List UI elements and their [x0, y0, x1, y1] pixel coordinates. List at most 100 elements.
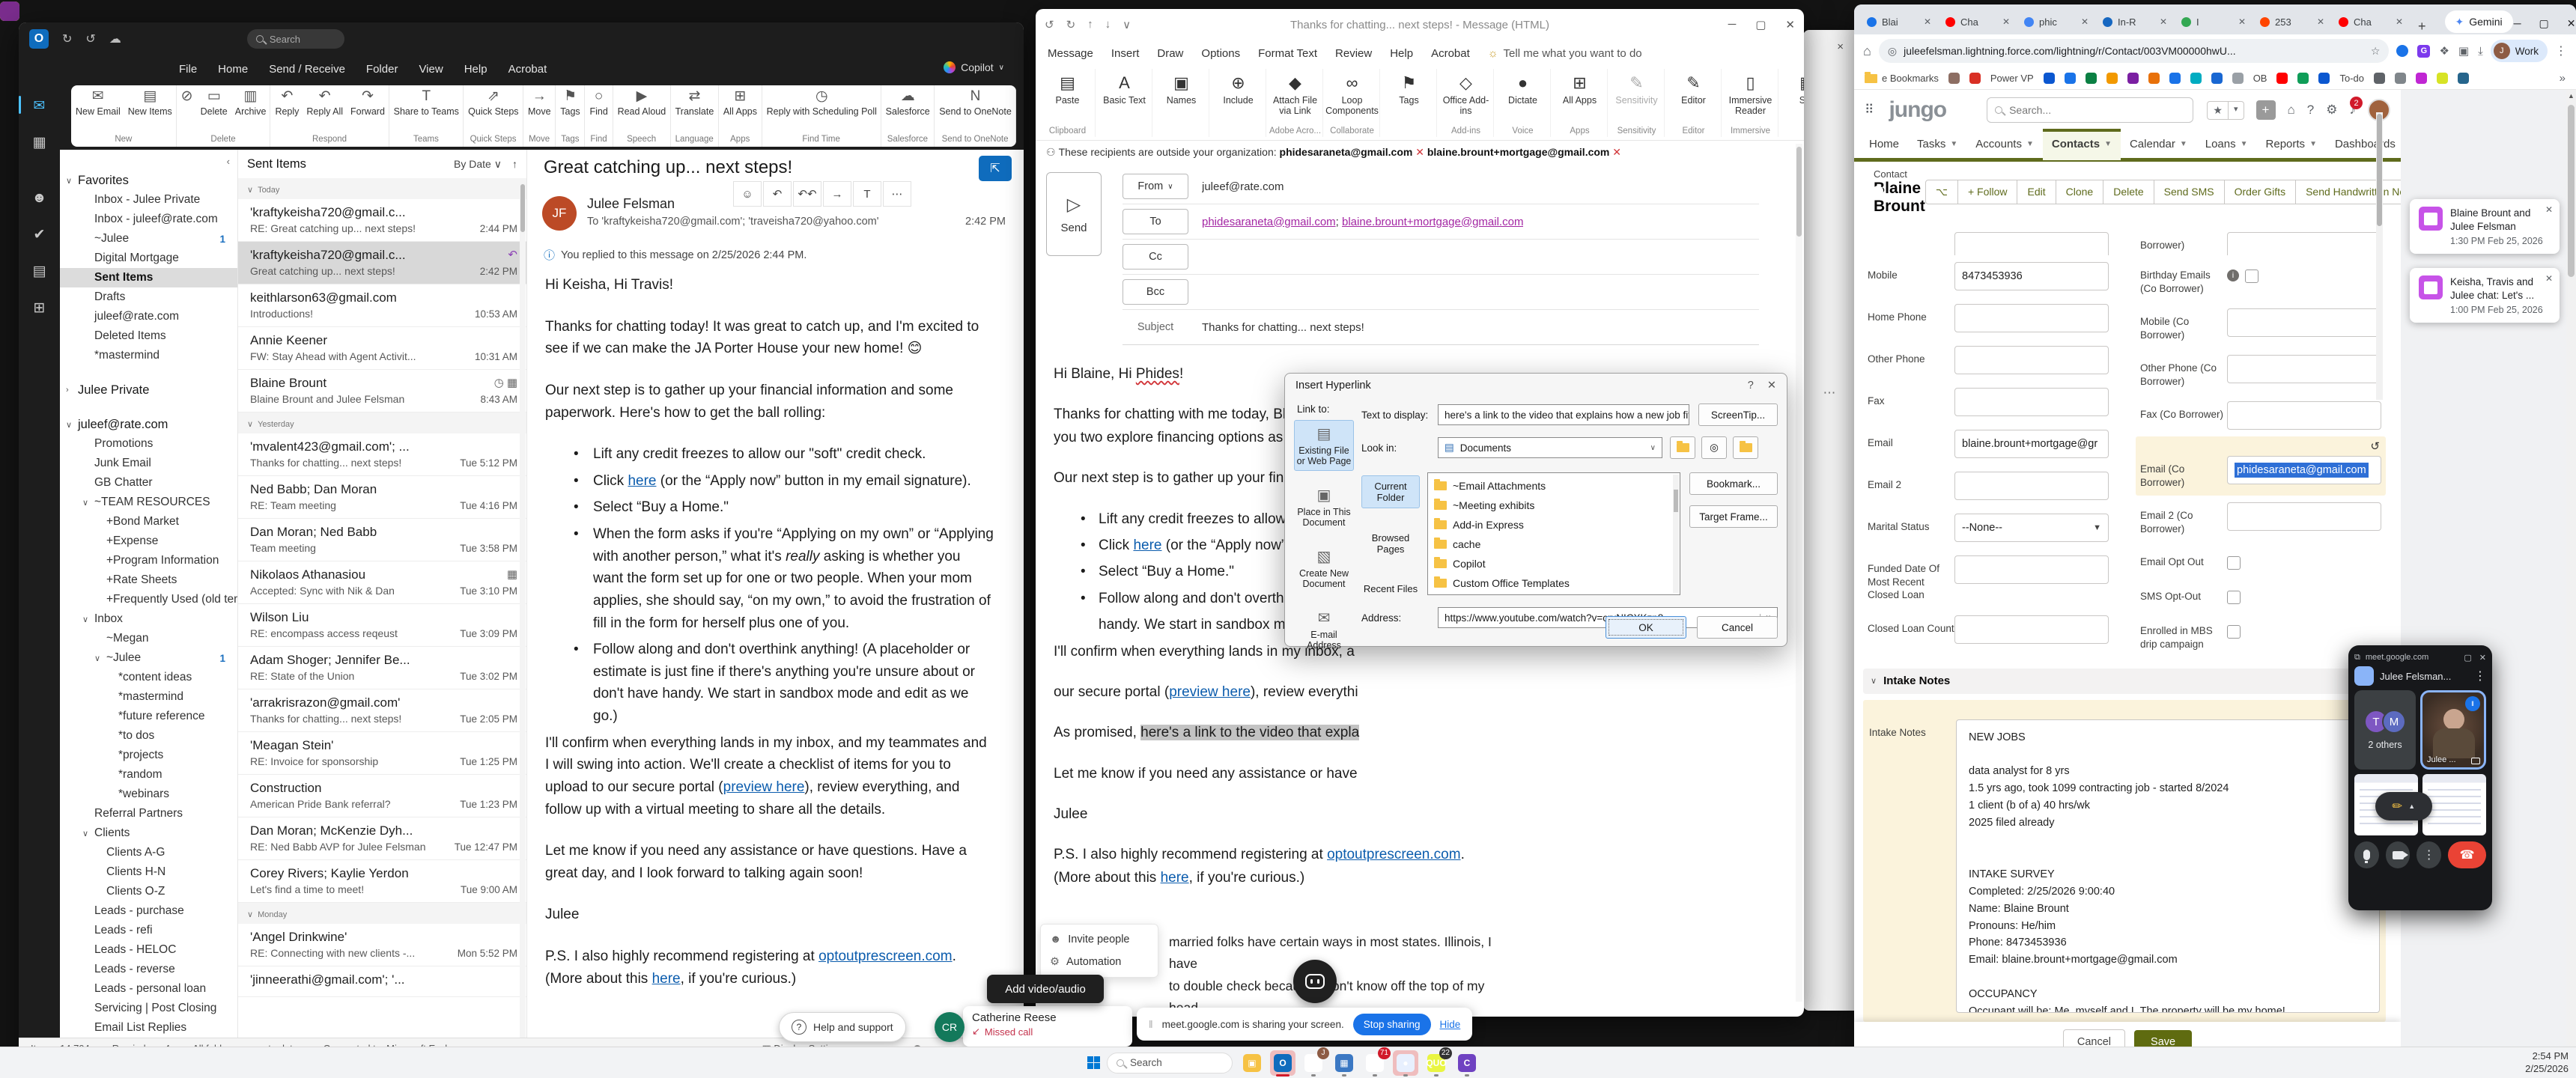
search-tabs-icon[interactable]: ▣ [2458, 44, 2469, 58]
outlook-menu-tab[interactable]: Folder [366, 63, 398, 76]
compose-ribbon-button[interactable]: ▯ Immersive Reader Immersive [1723, 69, 1778, 137]
groups-nav-icon[interactable]: ▤ [19, 263, 60, 280]
screentip-button[interactable]: ScreenTip... [1698, 404, 1778, 426]
folder-chevron-icon[interactable]: ∨ [82, 498, 94, 508]
copilot-floating-button[interactable] [1293, 960, 1337, 1003]
close-icon[interactable]: ✕ [2567, 17, 2576, 30]
minimize-icon[interactable]: ─ [2514, 17, 2521, 30]
quick-access-icon[interactable]: ↑ [1087, 18, 1093, 31]
folder-item[interactable]: Leads - refi [60, 921, 237, 940]
minimize-icon[interactable]: ─ [1728, 18, 1737, 31]
bookmark-item[interactable]: e Bookmarks [1865, 73, 1939, 84]
folder-chevron-icon[interactable]: › [66, 386, 78, 395]
more-options-button[interactable]: ⋮ [2416, 841, 2441, 868]
target-frame-button[interactable]: Target Frame... [1689, 505, 1778, 528]
folder-item[interactable]: juleef@rate.com [60, 307, 237, 326]
context-menu-item[interactable]: ☻ Invite people [1041, 928, 1158, 951]
browser-tab[interactable]: Cha ✕ [2332, 9, 2410, 34]
compose-ribbon-button[interactable]: ⚑ Tags [1382, 69, 1437, 137]
bookmark-item[interactable]: To-do [2339, 73, 2364, 84]
compose-ribbon-button[interactable]: ▤ Paste Clipboard [1040, 69, 1096, 137]
folder-item[interactable]: +Program Information [60, 551, 237, 570]
folder-item[interactable]: Clients H-N [60, 862, 237, 882]
bookmark-item[interactable] [2437, 73, 2448, 84]
bookmarks-overflow-icon[interactable]: » [2560, 72, 2566, 85]
bookmark-item[interactable] [2458, 73, 2469, 84]
bcc-button[interactable]: Bcc [1123, 279, 1188, 305]
contact-action-button[interactable]: Edit [2017, 180, 2056, 204]
contact-action-button[interactable]: Order Gifts [2225, 180, 2296, 204]
compose-menu-tab[interactable]: Acrobat [1431, 47, 1470, 60]
folder-item[interactable]: ∨ ~Julee 1 [60, 648, 237, 668]
field-input[interactable] [2227, 308, 2381, 337]
app-launcher-icon[interactable]: ⠿ [1865, 103, 1875, 118]
field-input[interactable] [2227, 355, 2381, 383]
compose-ribbon-button[interactable]: ∞ Loop Components Collaborate [1325, 69, 1380, 137]
folder-item[interactable]: *mastermind [60, 346, 237, 365]
quick-access-icon[interactable]: ↺ [85, 31, 95, 46]
compose-menu-tab[interactable]: Draw [1157, 47, 1183, 60]
extension-icon[interactable] [2396, 45, 2408, 57]
jungo-nav-tab[interactable]: Calendar▼ [2121, 129, 2196, 160]
address-bar[interactable]: ◎ juleefelsman.lightning.force.com/light… [1879, 39, 2390, 63]
field-input[interactable]: 8473453936 [1954, 262, 2109, 290]
cancel-button[interactable]: Cancel [1697, 616, 1778, 639]
compose-ribbon-button[interactable]: ▦ Sch [1780, 69, 1804, 137]
ribbon-button[interactable]: ⚑ Tags [560, 89, 580, 117]
field-input[interactable] [2227, 232, 2381, 255]
folder-item[interactable]: ~Julee 1 [60, 229, 237, 249]
folder-item[interactable]: ∨ juleef@rate.com [60, 415, 237, 434]
field-input[interactable] [1954, 388, 2109, 416]
field-input[interactable] [1954, 346, 2109, 374]
compose-menu-tab[interactable]: Review [1335, 47, 1372, 60]
field-checkbox[interactable] [2227, 591, 2241, 604]
folder-item[interactable]: Sent Items [60, 268, 237, 287]
bookmark-item[interactable] [2374, 73, 2385, 84]
chrome[interactable]: ◉ J [1301, 1050, 1326, 1076]
sort-dropdown[interactable]: By Date ∨ [454, 158, 502, 171]
close-icon[interactable]: ✕ [2545, 204, 2553, 215]
folder-item[interactable]: ∨ Favorites [60, 171, 237, 190]
ribbon-button[interactable]: ↷ Forward [350, 89, 385, 117]
compose-menu-tab[interactable]: Help [1390, 47, 1413, 60]
field-checkbox[interactable] [2227, 625, 2241, 639]
message-action-button[interactable]: ⋯ [883, 181, 911, 207]
quick-create-icon[interactable]: + [2256, 100, 2276, 120]
list-scrollbar[interactable] [520, 180, 526, 1038]
contact-action-button[interactable]: Send Handwritten Note [2296, 180, 2401, 204]
ribbon-button[interactable]: ☁ Salesforce [886, 89, 930, 117]
tell-me-search[interactable]: ☼Tell me what you want to do [1488, 47, 1642, 60]
link-type-option[interactable]: ▤ Existing File or Web Page [1294, 420, 1354, 471]
tab-close-icon[interactable]: ✕ [2081, 16, 2089, 27]
add-video-audio-button[interactable]: Add video/audio [987, 975, 1104, 1003]
pinned-participant-tile[interactable] [2354, 666, 2374, 686]
folder-up-button[interactable] [1670, 436, 1695, 459]
bookmark-item[interactable] [2211, 73, 2223, 84]
from-value[interactable]: juleef@rate.com [1202, 180, 1284, 193]
folder-item[interactable]: › Julee Private [60, 380, 237, 400]
folder-item[interactable]: *projects [60, 746, 237, 765]
compose-ribbon-button[interactable]: ✎ Editor Editor [1666, 69, 1722, 137]
home-icon[interactable]: ⌂ [1863, 43, 1871, 59]
tab-close-icon[interactable]: ✕ [1924, 16, 1931, 27]
jungo-nav-tab[interactable]: Loans▼ [2196, 129, 2257, 160]
compose-scrollbar[interactable] [1796, 144, 1802, 1002]
browser-tab[interactable]: 253 ✕ [2253, 9, 2331, 34]
browser-tab[interactable]: I ✕ [2175, 9, 2253, 34]
leave-call-button[interactable]: ☎ [2448, 841, 2486, 868]
microphone-button[interactable] [2354, 841, 2379, 868]
ribbon-button[interactable]: ▥ Archive [235, 89, 267, 117]
outlook[interactable]: O [1270, 1050, 1295, 1076]
field-input[interactable] [1954, 615, 2109, 644]
folder-list-item[interactable]: Add-in Express [1430, 515, 1678, 535]
bookmark-item[interactable] [2232, 73, 2244, 84]
bookmark-item[interactable] [2395, 73, 2406, 84]
new-tab-button[interactable]: + [2411, 19, 2434, 34]
jungo-nav-tab[interactable]: Reports▼ [2257, 129, 2326, 160]
from-selector[interactable]: From∨ [1123, 174, 1188, 199]
folder-item[interactable]: *mastermind [60, 687, 237, 707]
ribbon-button[interactable]: ⊞ All Apps [723, 89, 757, 117]
drag-handle-icon[interactable]: ‖ [1149, 1019, 1153, 1030]
ribbon-button[interactable]: ↶ Reply [275, 89, 299, 117]
browser-tab[interactable]: Cha ✕ [1939, 9, 2017, 34]
